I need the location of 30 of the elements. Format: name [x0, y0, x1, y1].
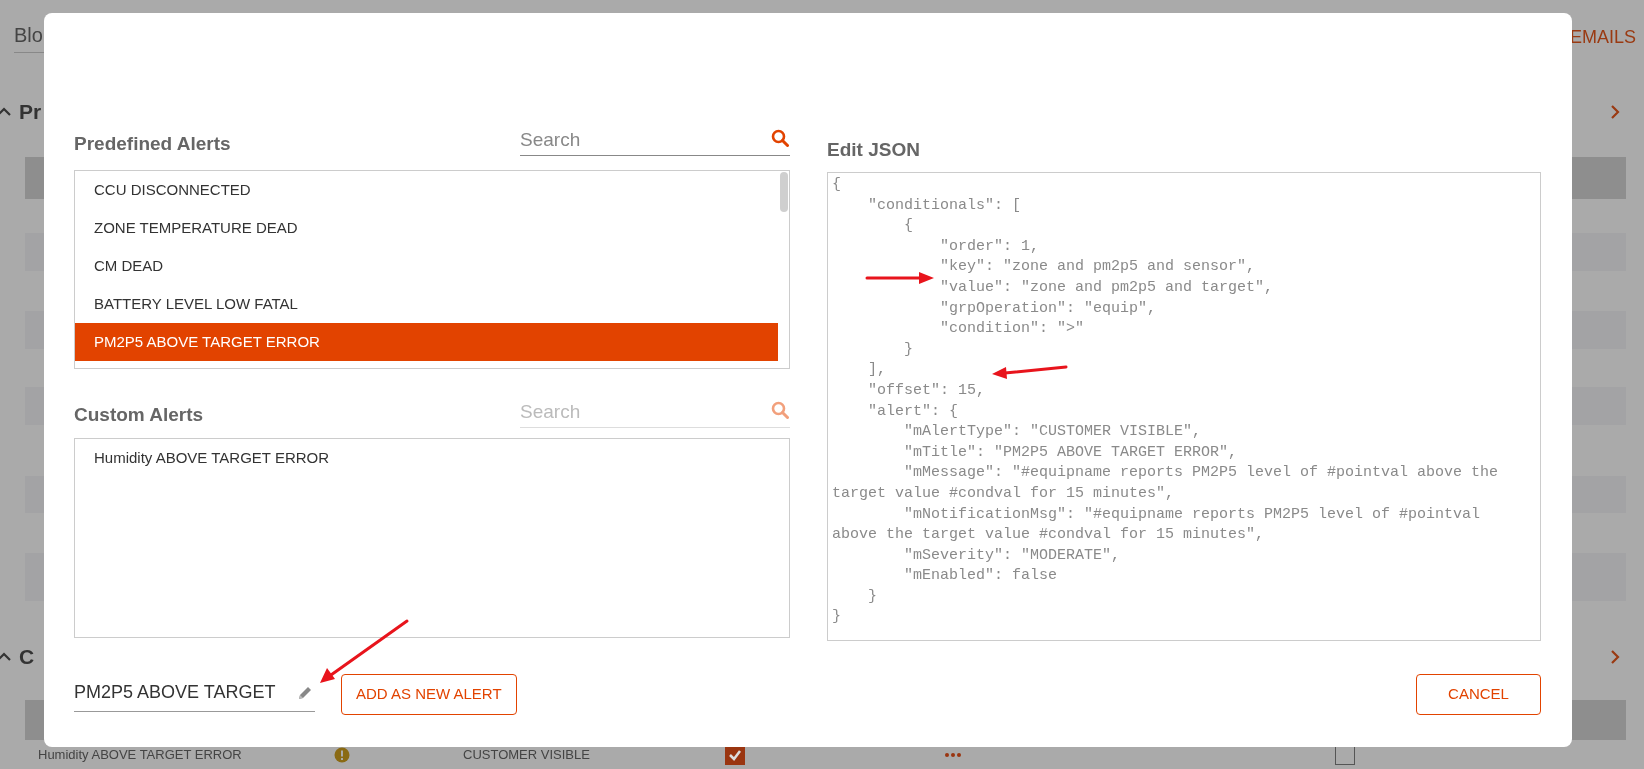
table-cell-text: Humidity ABOVE TARGET ERROR: [38, 745, 242, 764]
list-item[interactable]: CCU DISCONNECTED: [75, 171, 778, 209]
section-title: C: [19, 644, 35, 671]
list-item[interactable]: BATTERY LEVEL LOW FATAL: [75, 285, 778, 323]
list-item[interactable]: ZONE TEMPERATURE DEAD: [75, 209, 778, 247]
search-field[interactable]: Search: [520, 124, 790, 156]
json-editor[interactable]: { "conditionals": [ { "order": 1, "key": "zone and pm2p5 and sensor", "value": "zone and pm2p5 and target", "grpOperation": "equip", "condition": ">" } ], "offset": 15, "alert": { "mAlertType": "CUSTOMER VISIBLE", "mTitle": "PM2P5 ABOVE TARGET ERROR", "mMessage": "#equipname reports PM2P5 level of #pointval above the target value #condval for 15 minutes", "mNotificationMsg": "#equipname reports PM2P5 level of #pointval above the target value #condval for 15 minutes", "mSeverity": "MODERATE", "mEnabled": false } }: [827, 172, 1541, 641]
info-icon: [334, 746, 350, 763]
chevron-up-icon: [0, 106, 11, 118]
check-icon: [728, 748, 742, 761]
search-icon: [771, 401, 789, 419]
chevron-right-icon: [1610, 105, 1620, 119]
cancel-button[interactable]: CANCEL: [1416, 674, 1541, 715]
list-item[interactable]: CM DEAD: [75, 247, 778, 285]
section-title: Custom Alerts: [74, 402, 204, 427]
pencil-icon: [297, 684, 313, 701]
list-item[interactable]: PM2P5 ABOVE TARGET ERROR: [75, 323, 778, 361]
arrow-annotation: [865, 272, 934, 284]
section-title: Edit JSON: [827, 138, 921, 160]
name-field[interactable]: PM2P5 ABOVE TARGET: [74, 673, 315, 712]
section-title: Predefined Alerts: [74, 131, 231, 156]
chevron-right-icon: [1610, 650, 1620, 664]
table-cell-text: CUSTOMER VISIBLE: [463, 745, 590, 764]
add-as-new-alert-button[interactable]: ADD AS NEW ALERT: [341, 674, 517, 715]
list-item[interactable]: Humidity ABOVE TARGET ERROR: [75, 439, 778, 477]
section-title: Pr: [19, 99, 42, 126]
more-icon: [945, 752, 961, 757]
chevron-up-icon: [0, 651, 11, 663]
scrollbar-thumb[interactable]: [780, 172, 788, 212]
search-icon: [771, 129, 789, 147]
